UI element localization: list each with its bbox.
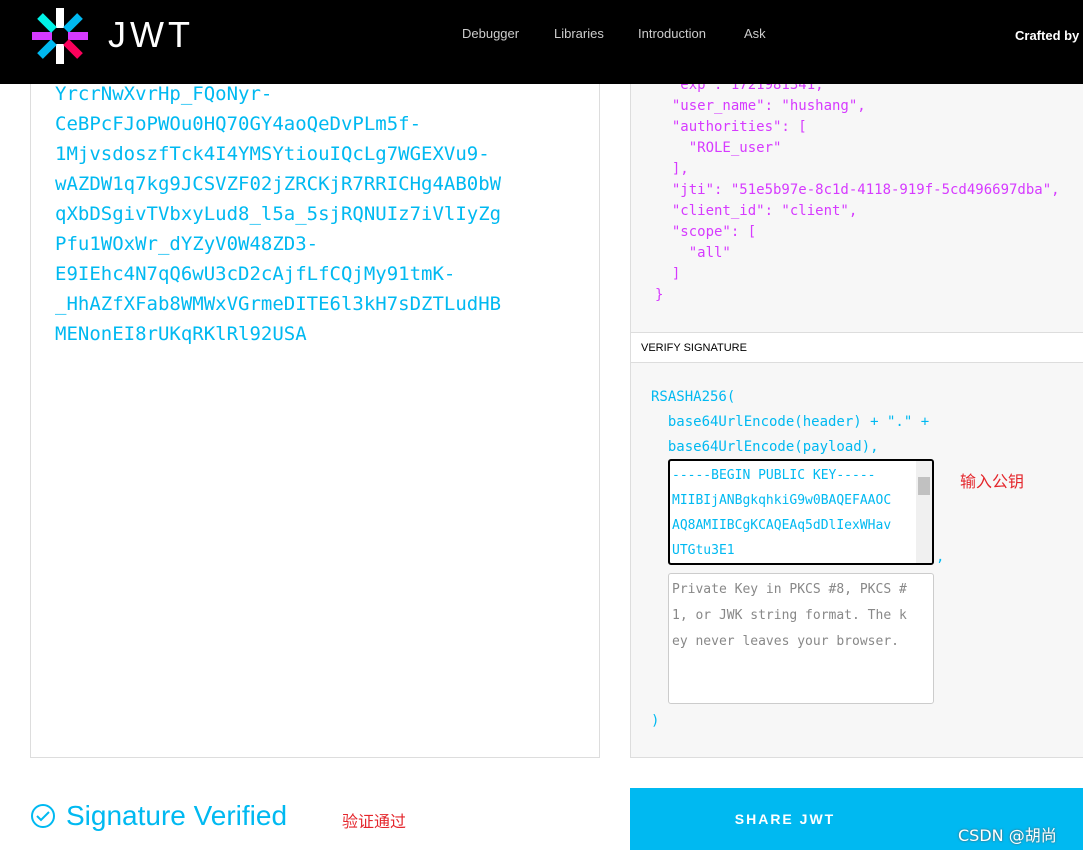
payload-line: "user_name": "hushang", <box>655 98 866 114</box>
encoded-token-text[interactable]: N8bpKFNm4EiLCQ-E99d3-YrcrNwXvrHp_FQoNyr-… <box>55 49 501 349</box>
token-line: CeBPcFJoPWOu0HQ70GY4aoQeDvPLm5f- <box>55 113 422 135</box>
payload-line: ] <box>655 266 681 282</box>
token-line: Pfu1WOxWr_dYZyV0W48ZD3- <box>55 233 319 255</box>
public-key-input[interactable]: -----BEGIN PUBLIC KEY----- MIIBIjANBgkqh… <box>668 459 934 565</box>
watermark: CSDN @胡尚 <box>958 826 1057 845</box>
nav-ask[interactable]: Ask <box>744 26 766 41</box>
scrollbar-thumb[interactable] <box>918 477 930 495</box>
payload-line: ], <box>655 161 689 177</box>
payload-json[interactable]: "exp": 1721981341, "user_name": "hushang… <box>655 75 1060 306</box>
token-line: _HhAZfXFab8WMWxVGrmeDITE6l3kH7sDZTLudHB <box>55 293 502 315</box>
nav-libraries[interactable]: Libraries <box>554 26 604 41</box>
verify-signature-header: VERIFY SIGNATURE <box>631 332 1083 363</box>
crafted-by[interactable]: Crafted by <box>1015 28 1079 43</box>
private-key-input[interactable]: Private Key in PKCS #8, PKCS # 1, or JWK… <box>668 573 934 704</box>
signature-status-text: Signature Verified <box>66 800 288 831</box>
payload-line: "ROLE_user" <box>655 140 782 156</box>
token-line: MENonEI8rUKqRKlRl92USA <box>55 323 307 345</box>
jwt-logo-icon[interactable] <box>30 6 90 66</box>
comma: , <box>936 549 945 565</box>
top-navbar: JWT Debugger Libraries Introduction Ask … <box>0 0 1083 84</box>
closing-paren: ) <box>651 713 660 729</box>
payload-line: "scope": [ <box>655 224 757 240</box>
verified-annotation: 验证通过 <box>342 812 407 831</box>
signature-status: Signature Verified <box>30 800 287 832</box>
token-line: wAZDW1q7kg9JCSVZF02jZRCKjR7RRICHg4AB0bW <box>55 173 502 195</box>
logo-text: JWT <box>108 14 194 55</box>
nav-introduction[interactable]: Introduction <box>638 26 706 41</box>
payload-line: } <box>655 287 664 303</box>
check-circle-icon <box>31 804 55 828</box>
signature-code: RSASHA256( base64UrlEncode(header) + "."… <box>651 389 930 455</box>
decoded-panel: "exp": 1721981341, "user_name": "hushang… <box>630 60 1083 758</box>
scrollbar[interactable] <box>916 461 932 563</box>
token-line: E9IEhc4N7qQ6wU3cD2cAjfLfCQjMy91tmK- <box>55 263 456 285</box>
payload-line: "jti": "51e5b97e-8c1d-4118-919f-5cd49669… <box>655 182 1060 198</box>
encoded-token-panel[interactable]: N8bpKFNm4EiLCQ-E99d3-YrcrNwXvrHp_FQoNyr-… <box>30 53 600 758</box>
token-line: 1MjvsdoszfTck4I4YMSYtiouIQcLg7WGEXVu9- <box>55 143 490 165</box>
payload-line: "all" <box>655 245 731 261</box>
payload-line: "authorities": [ <box>655 119 807 135</box>
public-key-text[interactable]: -----BEGIN PUBLIC KEY----- MIIBIjANBgkqh… <box>672 463 916 563</box>
public-key-annotation: 输入公钥 <box>960 472 1025 491</box>
token-line: qXbDSgivTVbxyLud8_l5a_5sjRQNUIz7iVlIyZg <box>55 203 502 225</box>
payload-line: "client_id": "client", <box>655 203 858 219</box>
nav-debugger[interactable]: Debugger <box>462 26 519 41</box>
